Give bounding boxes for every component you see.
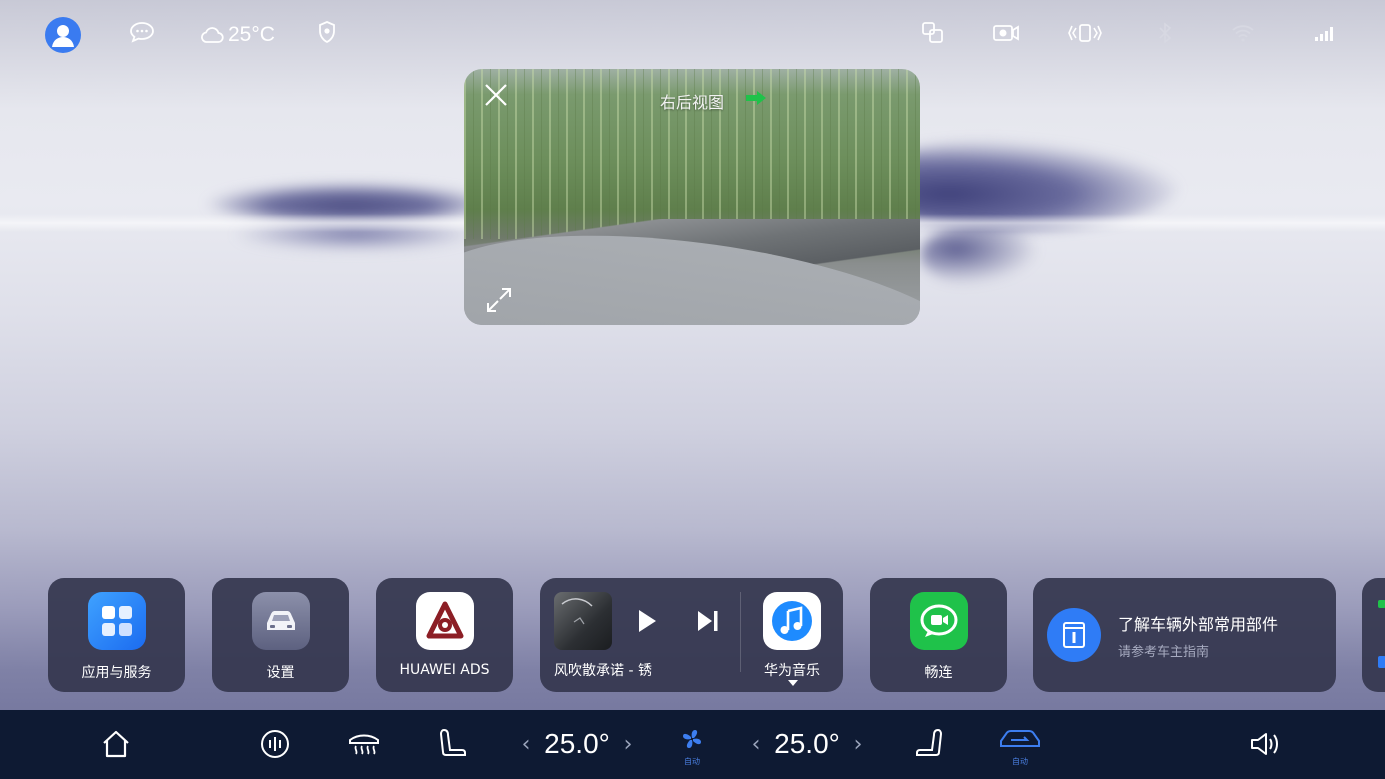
chevron-left-icon: ‹ bbox=[521, 731, 531, 757]
wifi-icon[interactable] bbox=[1230, 18, 1256, 48]
rear-view-popup[interactable]: 右后视图 bbox=[464, 69, 920, 325]
seat-icon bbox=[916, 728, 943, 756]
music-app-label: 华为音乐 bbox=[764, 663, 820, 679]
status-bar: 25°C bbox=[0, 0, 1385, 70]
apps-grid-icon bbox=[87, 592, 146, 650]
right-arrow-icon bbox=[745, 90, 767, 106]
screen-share-icon[interactable] bbox=[920, 18, 946, 48]
car-settings-icon bbox=[251, 592, 310, 650]
ac-mode-label: 自动 bbox=[1012, 757, 1028, 766]
seat-icon bbox=[439, 728, 466, 756]
fan-mode-label: 自动 bbox=[684, 757, 700, 766]
cloud-icon bbox=[201, 27, 224, 43]
vibrate-icon[interactable] bbox=[1068, 18, 1102, 48]
left-temperature: 25.0° bbox=[540, 724, 614, 764]
weather-indicator[interactable]: 25°C bbox=[200, 22, 275, 48]
right-temp-value: 25.0° bbox=[774, 728, 840, 759]
volume-icon bbox=[1251, 733, 1278, 755]
left-temp-increase[interactable]: › bbox=[620, 724, 636, 764]
settings-card[interactable]: 设置 bbox=[212, 578, 349, 692]
left-temp-decrease[interactable]: ‹ bbox=[518, 724, 534, 764]
changlian-chat-icon bbox=[909, 592, 968, 650]
huawei-ads-card[interactable]: HUAWEI ADS bbox=[376, 578, 513, 692]
huawei-music-icon[interactable] bbox=[763, 592, 821, 650]
tip-title: 了解车辆外部常用部件 bbox=[1118, 614, 1279, 634]
message-icon[interactable] bbox=[128, 18, 156, 46]
voice-assistant-button[interactable] bbox=[257, 724, 293, 764]
volume-button[interactable] bbox=[1248, 724, 1284, 764]
next-card-peek[interactable] bbox=[1362, 578, 1385, 692]
expand-icon bbox=[487, 288, 511, 312]
next-track-button[interactable] bbox=[695, 608, 721, 634]
track-title: 风吹散承诺 - 锈 bbox=[554, 663, 652, 679]
right-temp-decrease[interactable]: ‹ bbox=[748, 724, 764, 764]
huawei-ads-label: HUAWEI ADS bbox=[399, 662, 490, 678]
left-temp-value: 25.0° bbox=[544, 728, 610, 759]
close-button[interactable] bbox=[482, 81, 510, 109]
right-seat-button[interactable] bbox=[912, 724, 948, 764]
background-mountain bbox=[920, 225, 1040, 285]
right-temperature: 25.0° bbox=[770, 724, 844, 764]
car-circulation-icon bbox=[1000, 730, 1040, 747]
fan-auto-button[interactable]: 自动 bbox=[676, 724, 708, 766]
owner-guide-tip-card[interactable]: 了解车辆外部常用部件 请参考车主指南 bbox=[1033, 578, 1336, 692]
rear-defrost-button[interactable] bbox=[345, 724, 383, 764]
chevron-right-icon: › bbox=[853, 731, 863, 757]
apps-services-label: 应用与服务 bbox=[81, 665, 152, 681]
chevron-right-icon: › bbox=[623, 731, 633, 757]
home-icon bbox=[103, 730, 129, 758]
camera-icon[interactable] bbox=[992, 18, 1020, 48]
skip-next-icon bbox=[698, 611, 718, 631]
right-temp-increase[interactable]: › bbox=[850, 724, 866, 764]
voice-wave-icon bbox=[261, 730, 289, 758]
info-guide-icon bbox=[1047, 608, 1101, 662]
bottom-dock: ‹ 25.0° › 自动 ‹ 25.0° › 自动 bbox=[0, 710, 1385, 779]
home-button[interactable] bbox=[98, 724, 134, 764]
rear-view-title: 右后视图 bbox=[659, 93, 724, 112]
huawei-ads-logo-icon bbox=[415, 592, 474, 650]
divider bbox=[740, 592, 741, 672]
dropdown-arrow-icon[interactable] bbox=[788, 680, 798, 686]
play-icon bbox=[639, 610, 656, 632]
bluetooth-icon[interactable] bbox=[1155, 18, 1175, 48]
peek-indicator bbox=[1378, 600, 1385, 608]
left-seat-button[interactable] bbox=[434, 724, 470, 764]
peek-indicator bbox=[1378, 656, 1385, 668]
avatar-icon bbox=[52, 25, 74, 47]
close-icon bbox=[485, 84, 507, 106]
play-button[interactable] bbox=[636, 608, 658, 634]
air-circulation-button[interactable]: 自动 bbox=[996, 724, 1044, 766]
shield-icon[interactable] bbox=[315, 18, 339, 46]
expand-button[interactable] bbox=[484, 285, 514, 315]
defrost-icon bbox=[349, 734, 379, 755]
settings-label: 设置 bbox=[266, 665, 295, 681]
signal-icon bbox=[1313, 18, 1337, 48]
changlian-card[interactable]: 畅连 bbox=[870, 578, 1007, 692]
changlian-label: 畅连 bbox=[924, 665, 953, 681]
chevron-left-icon: ‹ bbox=[751, 731, 761, 757]
tip-subtitle: 请参考车主指南 bbox=[1118, 644, 1210, 660]
music-player-card[interactable]: 风吹散承诺 - 锈 华为音乐 bbox=[540, 578, 843, 692]
apps-services-card[interactable]: 应用与服务 bbox=[48, 578, 185, 692]
fan-icon bbox=[683, 730, 701, 748]
avatar[interactable] bbox=[45, 17, 81, 53]
album-art bbox=[554, 592, 612, 650]
temperature-text: 25°C bbox=[228, 23, 275, 46]
